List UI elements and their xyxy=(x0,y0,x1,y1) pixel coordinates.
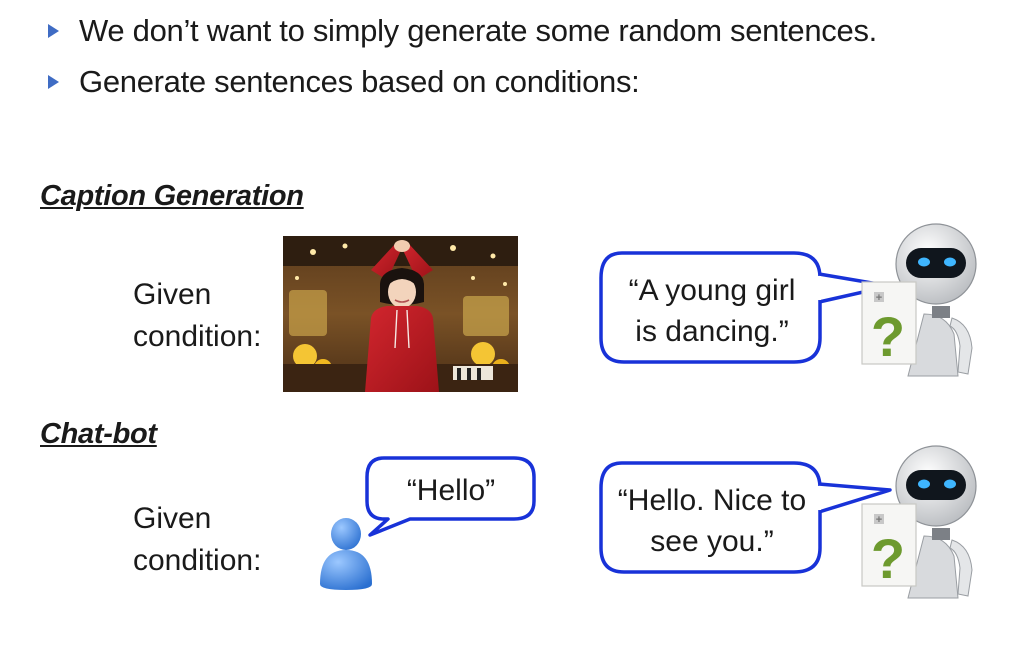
reply-line2: is dancing.” xyxy=(635,315,789,348)
robot-icon: + ? xyxy=(861,223,977,377)
bullet-text: Generate sentences based on conditions: xyxy=(79,64,640,99)
bullet-item-2: Generate sentences based on conditions: xyxy=(48,64,640,100)
chatbot-reply-text: “Hello. Nice to see you.” xyxy=(602,480,822,562)
bullet-triangle-icon xyxy=(48,24,59,38)
caption-condition-label: Given condition: xyxy=(133,274,261,358)
bullet-text: We don’t want to simply generate some ra… xyxy=(79,13,877,48)
bullet-triangle-icon xyxy=(48,75,59,89)
reply-line1: “A young girl xyxy=(628,274,796,307)
card-plus-glyph: + xyxy=(876,514,882,526)
condition-label-line2: condition: xyxy=(133,544,262,577)
caption-reply-text: “A young girl is dancing.” xyxy=(602,270,822,352)
user-message-text: “Hello” xyxy=(406,474,496,507)
bullet-item-1: We don’t want to simply generate some ra… xyxy=(48,13,877,49)
robot-icon: + ? xyxy=(861,445,977,599)
question-mark-glyph: ? xyxy=(871,305,905,368)
condition-label-line1: Given xyxy=(133,502,212,535)
reply-line2: see you.” xyxy=(650,525,774,558)
chatbot-condition-label: Given condition: xyxy=(133,498,261,582)
dancing-girl-photo xyxy=(283,236,518,392)
chatbot-heading: Chat-bot xyxy=(40,418,157,450)
condition-label-line1: Given xyxy=(133,278,212,311)
caption-generation-heading: Caption Generation xyxy=(40,180,304,212)
condition-label-line2: condition: xyxy=(133,320,262,353)
card-plus-glyph: + xyxy=(876,292,882,304)
question-mark-glyph: ? xyxy=(871,527,905,590)
reply-line1: “Hello. Nice to xyxy=(617,484,807,517)
